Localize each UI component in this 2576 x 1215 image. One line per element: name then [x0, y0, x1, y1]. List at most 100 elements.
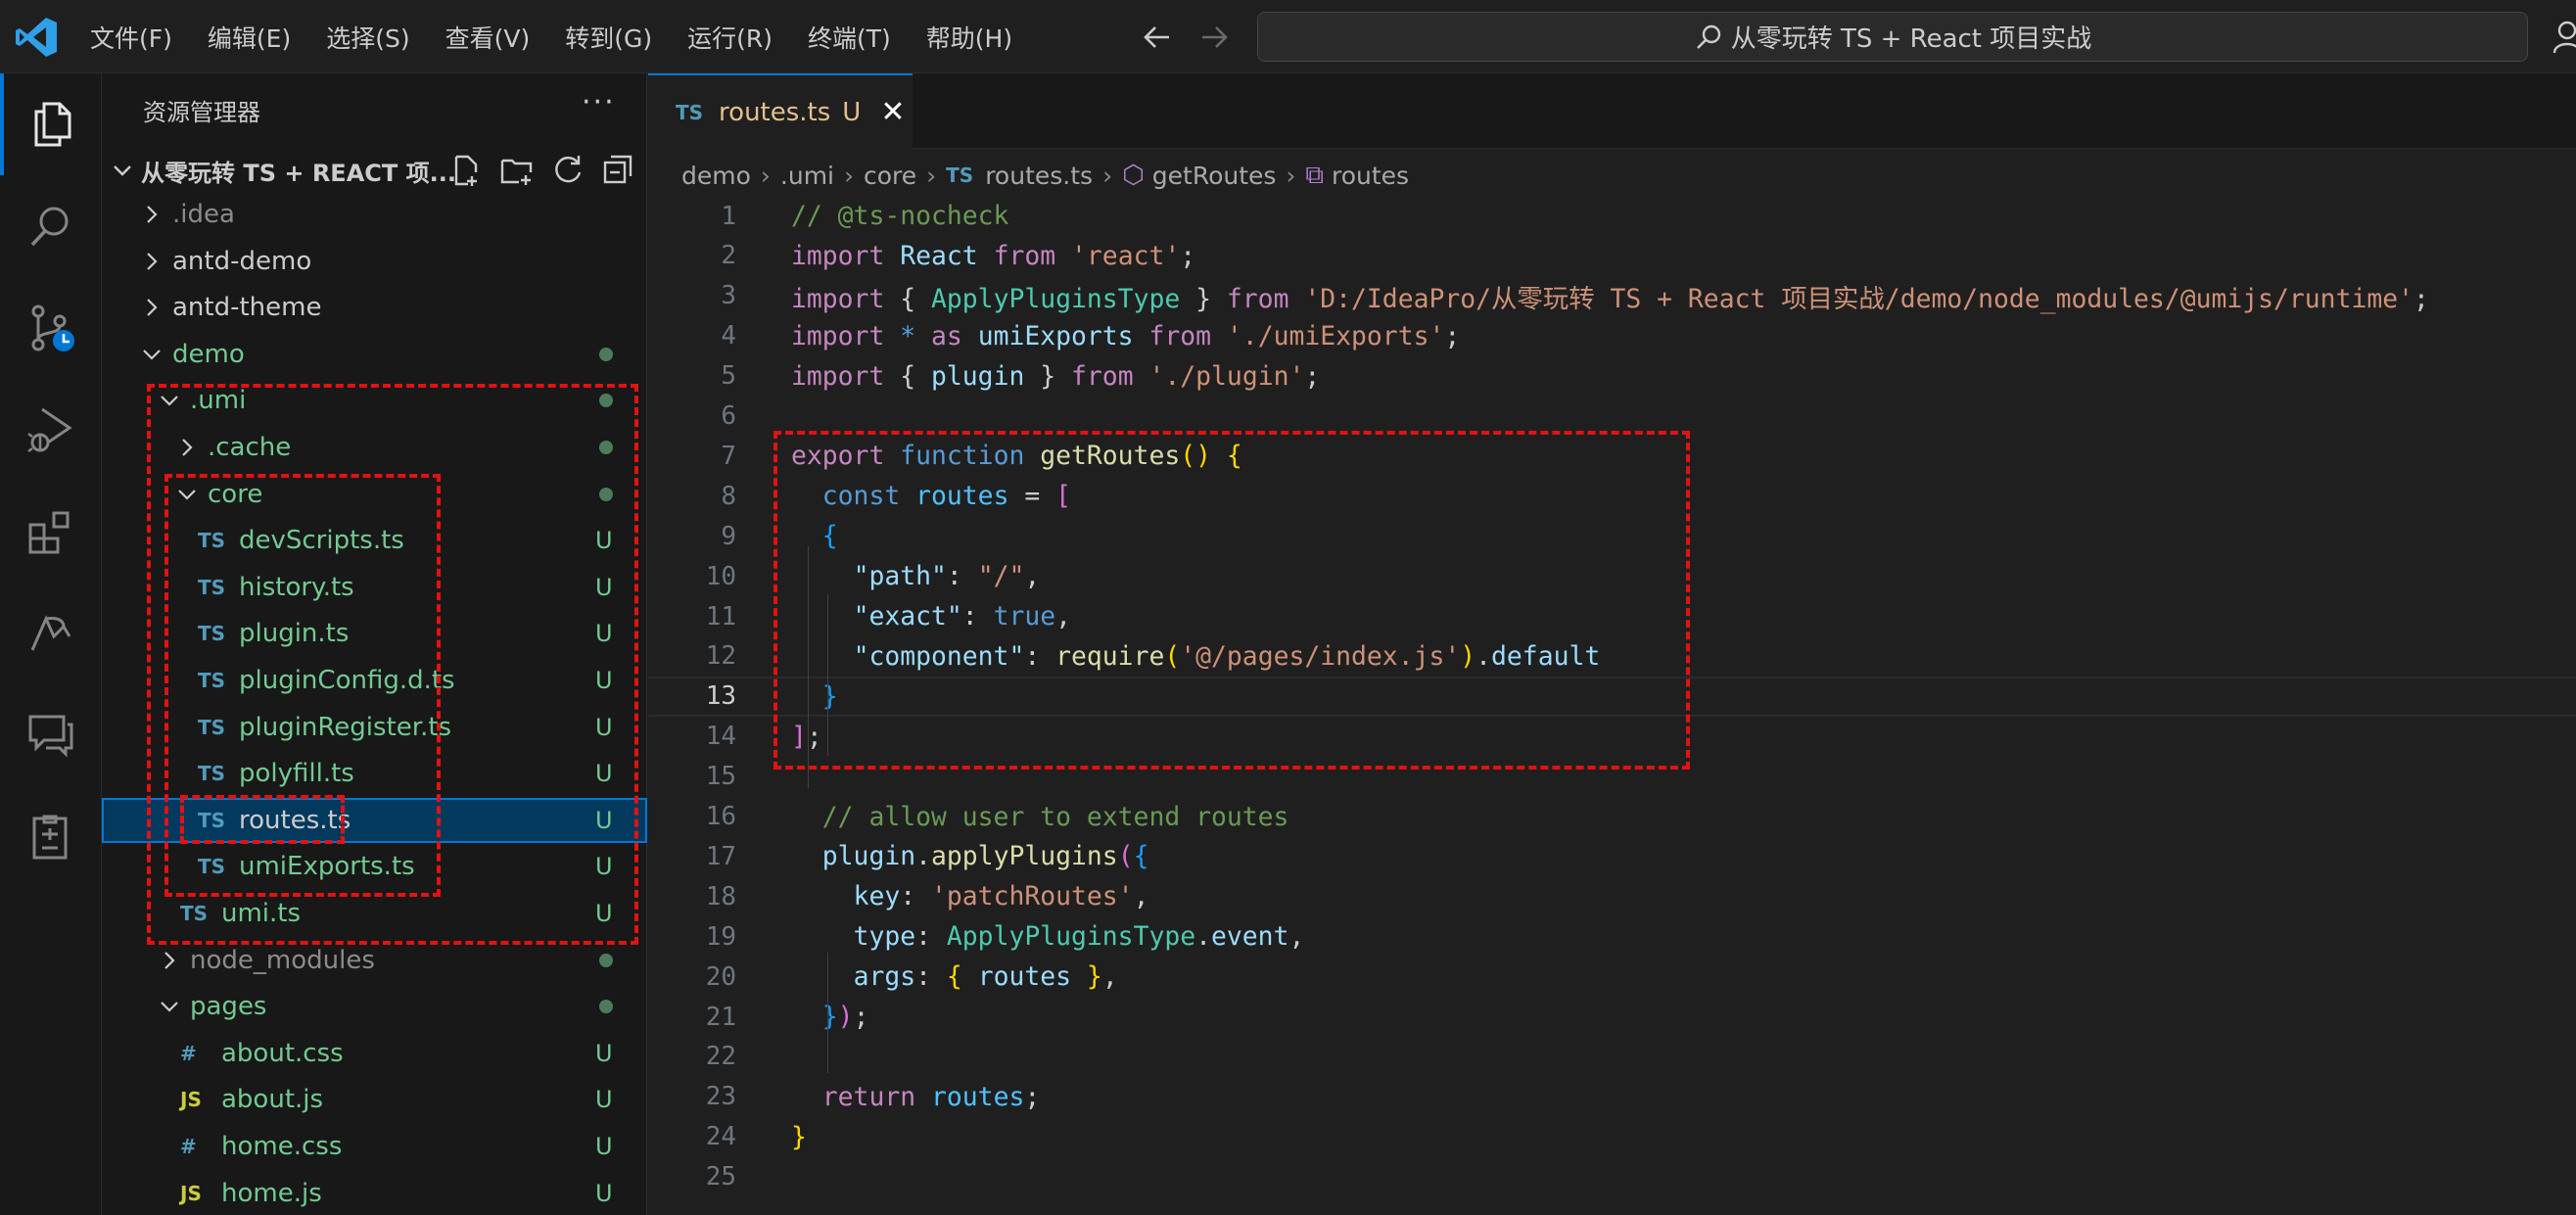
code-line[interactable]: 23 return routes;: [648, 1077, 2576, 1117]
title-bar: 文件(F) 编辑(E) 选择(S) 查看(V) 转到(G) 运行(R) 终端(T) 帮助(H)…: [0, 0, 2576, 73]
tree-file[interactable]: # home.css U: [102, 1124, 647, 1169]
search-text: 从零玩转 TS + React 项目实战: [1730, 24, 2092, 54]
tree-file[interactable]: JS home.js U: [102, 1171, 647, 1215]
code-line[interactable]: 3 import { ApplyPluginsType } from 'D:/Id…: [648, 276, 2576, 316]
tree-item-label: antd-demo: [172, 246, 312, 276]
run-debug-activity-button[interactable]: [0, 379, 102, 481]
code-token: ): [837, 1002, 854, 1032]
breadcrumb: demo › .umi › core › TS routes.ts › ⬡ getRoutes › ⧉ r…: [681, 154, 1409, 197]
code-token: ,: [1288, 921, 1305, 953]
code-text: }: [791, 1122, 807, 1152]
chevron-down-icon: [114, 165, 131, 176]
tree-folder[interactable]: antd-theme: [102, 285, 647, 330]
line-number: 9: [721, 521, 736, 551]
code-line[interactable]: 20 args: { routes },: [648, 957, 2576, 997]
function-symbol-icon: ⬡: [1122, 161, 1145, 190]
code-line[interactable]: 17 plugin.applyPlugins({: [648, 836, 2576, 876]
code-token: ApplyPluginsType: [946, 921, 1196, 953]
code-token: './umiExports': [1226, 320, 1445, 351]
line-number: 21: [705, 1002, 736, 1032]
annotation-box-routes-file: [180, 795, 345, 844]
code-token: ApplyPluginsType: [931, 283, 1196, 314]
testing-activity-button[interactable]: [0, 786, 102, 888]
code-token: {: [1133, 841, 1149, 872]
chat-activity-button[interactable]: [0, 684, 102, 786]
code-line[interactable]: 2 import React from 'react';: [648, 236, 2576, 276]
menu-item[interactable]: 帮助(H): [926, 20, 1012, 55]
code-line[interactable]: 16 // allow user to extend routes: [648, 797, 2576, 837]
menu-item[interactable]: 运行(R): [687, 20, 773, 55]
account-icon[interactable]: [2552, 18, 2576, 57]
command-center-search[interactable]: 从零玩转 TS + React 项目实战: [1257, 12, 2528, 62]
tree-folder[interactable]: demo: [102, 332, 647, 377]
refresh-icon[interactable]: [550, 153, 585, 188]
code-token: return: [821, 1081, 932, 1112]
collapse-all-icon[interactable]: [601, 153, 636, 188]
code-line[interactable]: 21 });: [648, 997, 2576, 1037]
menu-item[interactable]: 编辑(E): [208, 20, 291, 55]
project-folder-header[interactable]: 从零玩转 TS + REACT 项...: [102, 149, 647, 192]
chevron-right-icon: [147, 252, 158, 270]
code-text: import * as umiExports from './umiExport…: [791, 321, 1460, 351]
line-number: 19: [705, 921, 736, 952]
breadcrumb-item[interactable]: demo: [681, 162, 751, 190]
code-token: import: [791, 283, 901, 314]
code-token: ;: [853, 1002, 869, 1032]
code-text: import React from 'react';: [791, 241, 1195, 271]
code-line[interactable]: 19 type: ApplyPluginsType.event,: [648, 916, 2576, 957]
chevron-right-icon: ›: [1102, 161, 1113, 190]
extensions-icon: [28, 511, 70, 554]
code-token: routes: [977, 961, 1087, 993]
explorer-activity-button[interactable]: [0, 73, 102, 175]
breadcrumb-item[interactable]: routes.ts: [985, 162, 1093, 190]
code-token: import: [791, 240, 901, 271]
code-line[interactable]: 5 import { plugin } from './plugin';: [648, 356, 2576, 397]
code-token: :: [900, 881, 932, 912]
tree-folder[interactable]: .idea: [102, 192, 647, 237]
code-line[interactable]: 25: [648, 1157, 2576, 1197]
tree-folder[interactable]: pages: [102, 984, 647, 1029]
tab-status: U: [842, 97, 862, 127]
new-file-icon[interactable]: [448, 153, 484, 188]
line-number: 14: [705, 722, 736, 752]
more-actions-icon[interactable]: ···: [582, 85, 616, 119]
code-text: import { ApplyPluginsType } from 'D:/Ide…: [791, 277, 2429, 315]
breadcrumb-item[interactable]: routes: [1332, 162, 1409, 190]
line-number: 15: [705, 762, 736, 792]
code-token: ;: [1304, 360, 1321, 392]
back-arrow-icon[interactable]: [1140, 20, 1175, 55]
code-token: 'react': [1071, 240, 1181, 271]
js-file-icon: JS: [180, 1181, 202, 1205]
menu-item[interactable]: 选择(S): [326, 20, 409, 55]
code-line[interactable]: 22: [648, 1037, 2576, 1077]
remote-explorer-activity-button[interactable]: [0, 583, 102, 684]
menu-item[interactable]: 查看(V): [445, 20, 531, 55]
tab-routes-ts[interactable]: TS routes.ts U ✕: [648, 73, 913, 149]
tree-item-label: .idea: [172, 200, 235, 229]
close-icon[interactable]: ✕: [880, 95, 905, 129]
code-line[interactable]: 18 key: 'patchRoutes',: [648, 876, 2576, 916]
tree-item-label: home.css: [221, 1132, 343, 1161]
code-token: .: [915, 841, 932, 872]
code-line[interactable]: 4 import * as umiExports from './umiExpor…: [648, 316, 2576, 356]
search-activity-button[interactable]: [0, 175, 102, 277]
code-line[interactable]: 1 // @ts-nocheck: [648, 196, 2576, 236]
tree-folder[interactable]: antd-demo: [102, 239, 647, 284]
menu-item[interactable]: 文件(F): [90, 20, 172, 55]
breadcrumb-item[interactable]: core: [864, 162, 916, 190]
code-line[interactable]: 24}: [648, 1117, 2576, 1157]
new-folder-icon[interactable]: [499, 153, 535, 188]
breadcrumb-item[interactable]: .umi: [780, 162, 834, 190]
tree-file[interactable]: JS about.js U: [102, 1077, 647, 1122]
tree-file[interactable]: # about.css U: [102, 1031, 647, 1076]
breadcrumb-item[interactable]: getRoutes: [1152, 162, 1277, 190]
code-text: import { plugin } from './plugin';: [791, 361, 1320, 392]
code-token: :: [915, 961, 947, 993]
extensions-activity-button[interactable]: [0, 481, 102, 583]
menu-item[interactable]: 终端(T): [808, 20, 891, 55]
line-number: 2: [721, 241, 736, 271]
forward-arrow-icon[interactable]: [1196, 20, 1232, 55]
menu-item[interactable]: 转到(G): [565, 20, 652, 55]
source-control-activity-button[interactable]: [0, 277, 102, 379]
